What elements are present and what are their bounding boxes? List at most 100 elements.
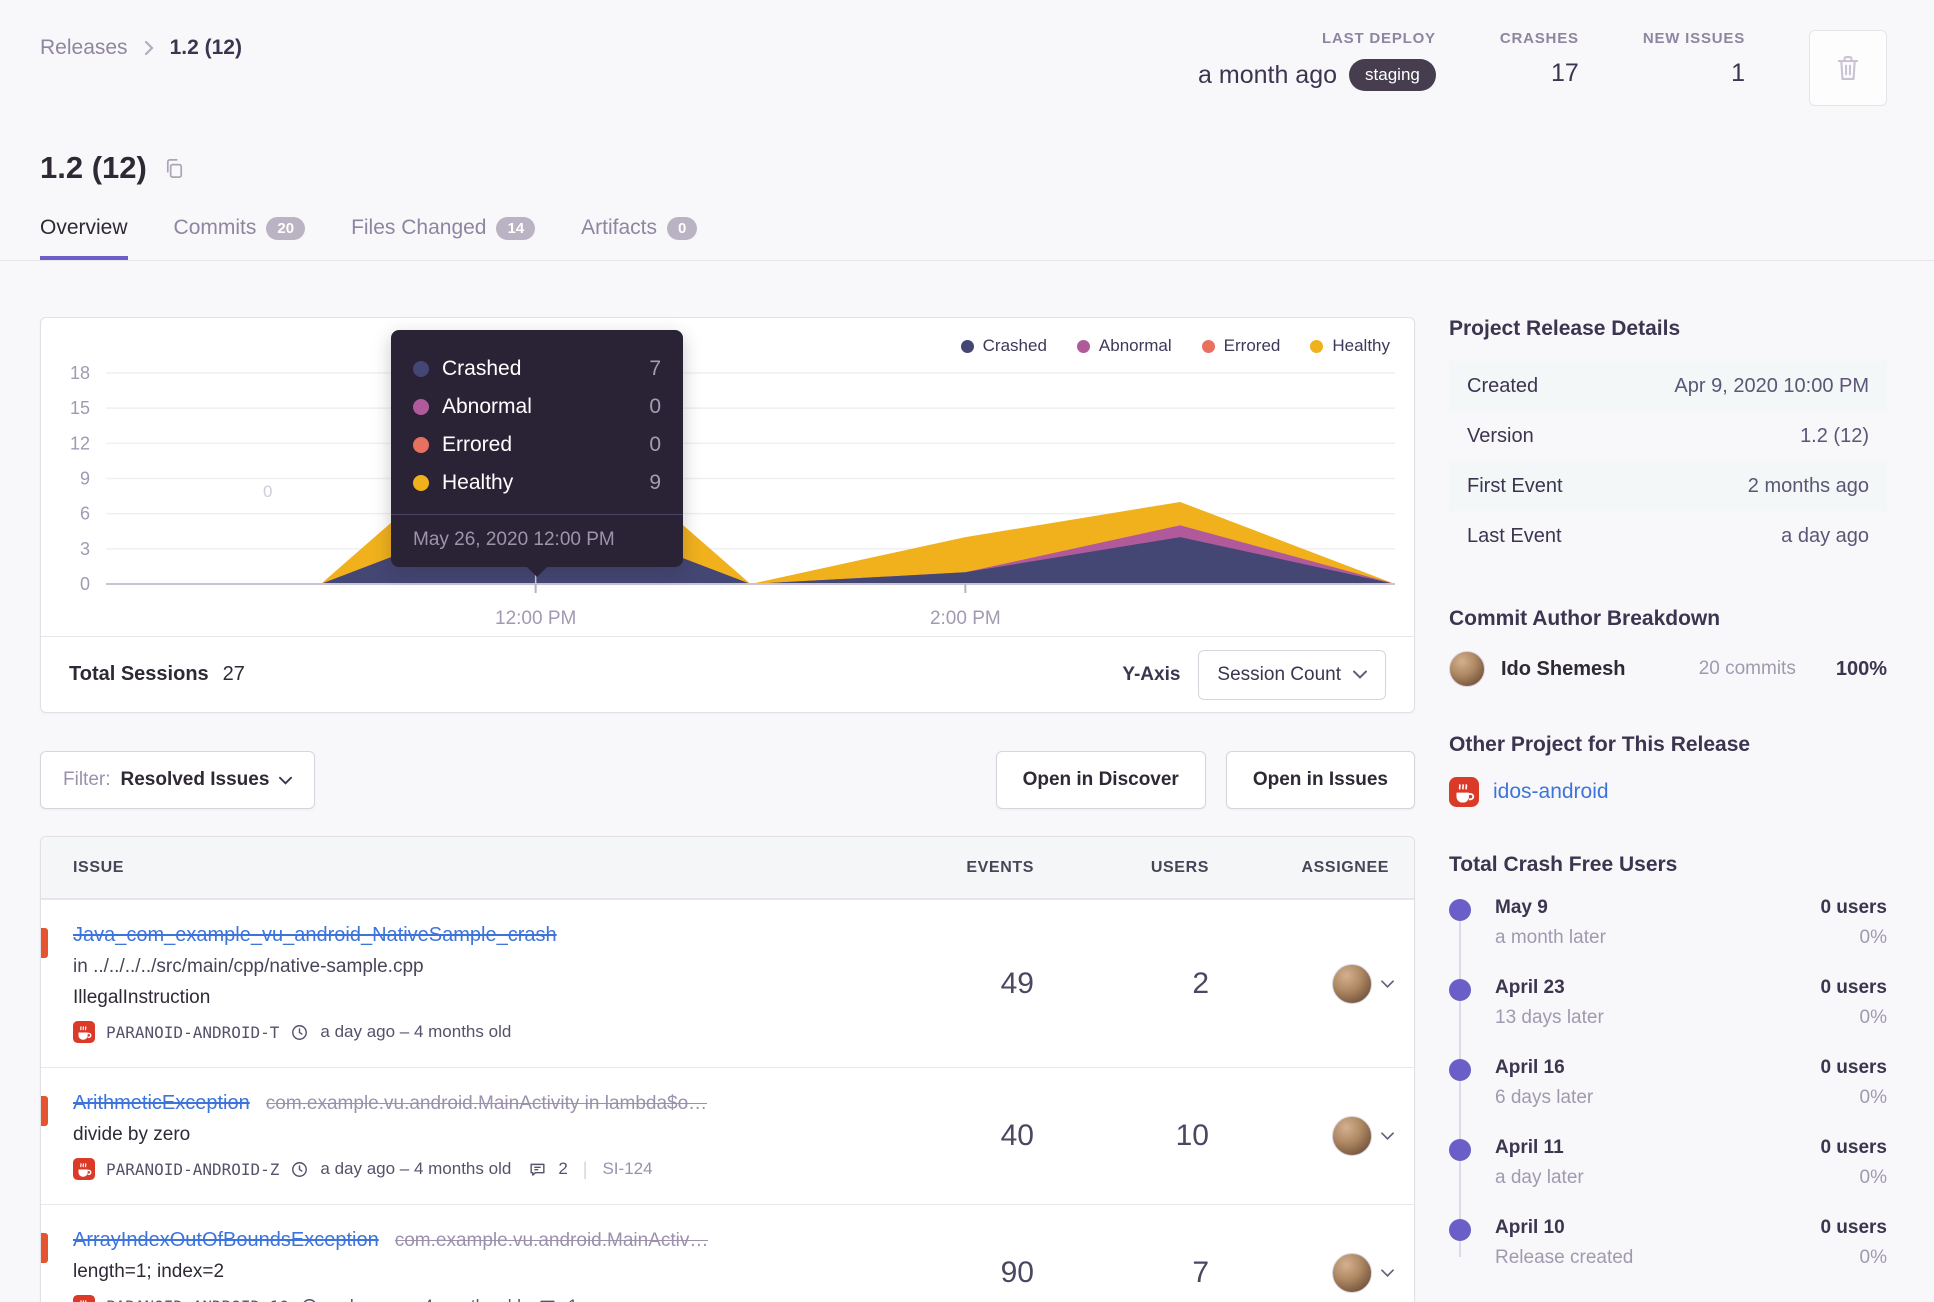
assignee-dropdown[interactable] (1209, 963, 1414, 1004)
chart-legend: Crashed Abnormal Errored Healthy (960, 336, 1390, 356)
table-row: ArrayIndexOutOfBoundsException com.examp… (41, 1204, 1414, 1302)
issues-table-header: ISSUE EVENTS USERS ASSIGNEE (41, 837, 1414, 899)
tab-overview-label: Overview (40, 216, 128, 239)
issue-location: in ../../../../src/main/cpp/native-sampl… (73, 956, 424, 977)
crashed-dot-icon (960, 339, 974, 353)
chevron-down-icon (1381, 1132, 1394, 1140)
author-percent: 100% (1835, 657, 1887, 680)
legend-crashed[interactable]: Crashed (960, 336, 1047, 356)
issues-toolbar: Filter: Resolved Issues Open in Discover… (40, 751, 1415, 809)
issue-culprit: com.example.vu.android.MainActivity in l… (265, 1093, 708, 1114)
last-deploy-label: LAST DEPLOY (1322, 30, 1436, 47)
legend-abnormal[interactable]: Abnormal (1076, 336, 1172, 356)
timeline-dot-icon (1449, 899, 1471, 921)
y-axis-selected-value: Session Count (1217, 663, 1341, 685)
project-slug: PARANOID-ANDROID-T (106, 1022, 280, 1042)
svg-text:2:00 PM: 2:00 PM (930, 608, 1001, 629)
tab-artifacts[interactable]: Artifacts 0 (581, 216, 698, 260)
sessions-chart[interactable]: 0 3 6 9 12 15 18 12:00 PM 2:00 PM Crashed Abnorm… (41, 318, 1414, 636)
copy-icon[interactable] (163, 157, 186, 180)
comments-count: 2 (558, 1159, 568, 1178)
comments-count: 1 (568, 1296, 577, 1302)
author-name: Ido Shemesh (1501, 657, 1626, 680)
stacked-area-chart: 0 3 6 9 12 15 18 12:00 PM 2:00 PM (70, 363, 1395, 629)
header-stats: LAST DEPLOY a month ago staging CRASHES … (1198, 30, 1887, 106)
abnormal-dot-icon (1076, 339, 1090, 353)
detail-row-first-event: First Event 2 months ago (1449, 461, 1887, 511)
list-item: April 10 Release created 0 users 0% (1449, 1217, 1887, 1297)
chevron-right-icon (142, 38, 156, 58)
page-title: 1.2 (12) (40, 150, 147, 185)
project-release-details-section: Project Release Details Created Apr 9, 2… (1449, 317, 1887, 561)
users-count: 10 (1175, 1119, 1209, 1152)
svg-text:15: 15 (70, 398, 90, 418)
other-project-link[interactable]: idos-android (1493, 780, 1609, 804)
new-issues-value: 1 (1731, 59, 1745, 87)
users-count: 2 (1192, 966, 1209, 1000)
comments-icon (528, 1160, 547, 1179)
tab-files-changed[interactable]: Files Changed 14 (351, 216, 536, 260)
issue-age: a day ago – 4 months old (320, 1022, 512, 1041)
other-project-section: Other Project for This Release idos-andr… (1449, 733, 1887, 807)
commit-author-row: Ido Shemesh 20 commits 100% (1449, 651, 1887, 687)
list-item: April 11 a day later 0 users 0% (1449, 1137, 1887, 1217)
column-assignee: ASSIGNEE (1301, 858, 1389, 876)
new-issues-label: NEW ISSUES (1642, 30, 1745, 47)
assignee-avatar (1332, 1116, 1372, 1156)
breadcrumb-releases-link[interactable]: Releases (40, 36, 128, 60)
assignee-dropdown[interactable] (1209, 1116, 1414, 1156)
events-count: 90 (1000, 1256, 1034, 1289)
delete-release-button[interactable] (1809, 30, 1887, 106)
healthy-dot-icon (413, 475, 429, 491)
assignee-avatar (1332, 1253, 1372, 1293)
stat-new-issues: NEW ISSUES 1 (1643, 30, 1745, 88)
tab-commits-count: 20 (266, 216, 306, 240)
legend-healthy[interactable]: Healthy (1310, 336, 1390, 356)
list-item: May 9a month later 0 users 0% (1449, 897, 1887, 977)
crashes-label: CRASHES (1499, 30, 1579, 47)
tab-overview[interactable]: Overview (40, 216, 128, 260)
list-item: April 23 13 days later 0 users 0% (1449, 977, 1887, 1057)
filter-selected-value: Resolved Issues (120, 769, 270, 790)
crashes-value: 17 (1551, 59, 1579, 87)
issue-link[interactable]: Java_com_example_vu_android_NativeSample… (73, 924, 557, 947)
assignee-dropdown[interactable] (1209, 1253, 1414, 1293)
assignee-avatar (1332, 963, 1372, 1004)
timeline-dot-icon (1449, 1059, 1471, 1081)
total-sessions-value: 27 (222, 663, 245, 685)
issue-link[interactable]: ArrayIndexOutOfBoundsException (73, 1229, 379, 1252)
project-slug: PARANOID-ANDROID-Z (106, 1159, 280, 1179)
author-commit-count: 20 commits (1698, 658, 1796, 679)
issue-age: a day ago – 4 months old (330, 1296, 521, 1302)
unhandled-indicator (41, 1096, 48, 1126)
author-avatar (1449, 651, 1485, 687)
y-axis-label: Y-Axis (1122, 663, 1181, 685)
crash-free-users-section: Total Crash Free Users May 9a month late… (1449, 853, 1887, 1297)
section-title: Total Crash Free Users (1449, 853, 1678, 876)
timeline-dot-icon (1449, 1139, 1471, 1161)
open-in-issues-button[interactable]: Open in Issues (1225, 751, 1415, 809)
open-in-discover-button[interactable]: Open in Discover (995, 751, 1206, 809)
environment-badge: staging (1349, 59, 1436, 91)
events-count: 40 (1000, 1119, 1034, 1152)
svg-text:9: 9 (80, 469, 90, 489)
tab-commits-label: Commits (173, 216, 257, 239)
issues-filter-select[interactable]: Filter: Resolved Issues (40, 751, 316, 809)
java-platform-icon (73, 1158, 95, 1180)
svg-text:12:00 PM: 12:00 PM (495, 608, 576, 629)
last-deploy-value: a month ago (1198, 60, 1338, 89)
project-slug: PARANOID-ANDROID-10 (106, 1297, 289, 1302)
fading-value-label: 0 (263, 482, 273, 501)
tab-commits[interactable]: Commits 20 (174, 216, 306, 260)
crash-free-timeline: May 9a month later 0 users 0% April 23 13 … (1449, 897, 1887, 1297)
issue-link[interactable]: ArithmeticException (73, 1092, 250, 1115)
legend-errored[interactable]: Errored (1201, 336, 1280, 356)
chart-card-footer: Total Sessions 27 Y-Axis Session Count (41, 636, 1414, 712)
errored-dot-icon (413, 437, 429, 453)
errored-dot-icon (1201, 339, 1215, 353)
section-title: Project Release Details (1449, 317, 1681, 340)
chevron-down-icon (1381, 1269, 1394, 1277)
commit-author-breakdown-section: Commit Author Breakdown Ido Shemesh 20 c… (1449, 607, 1887, 687)
tab-artifacts-count: 0 (667, 216, 698, 240)
y-axis-select[interactable]: Session Count (1198, 649, 1386, 700)
